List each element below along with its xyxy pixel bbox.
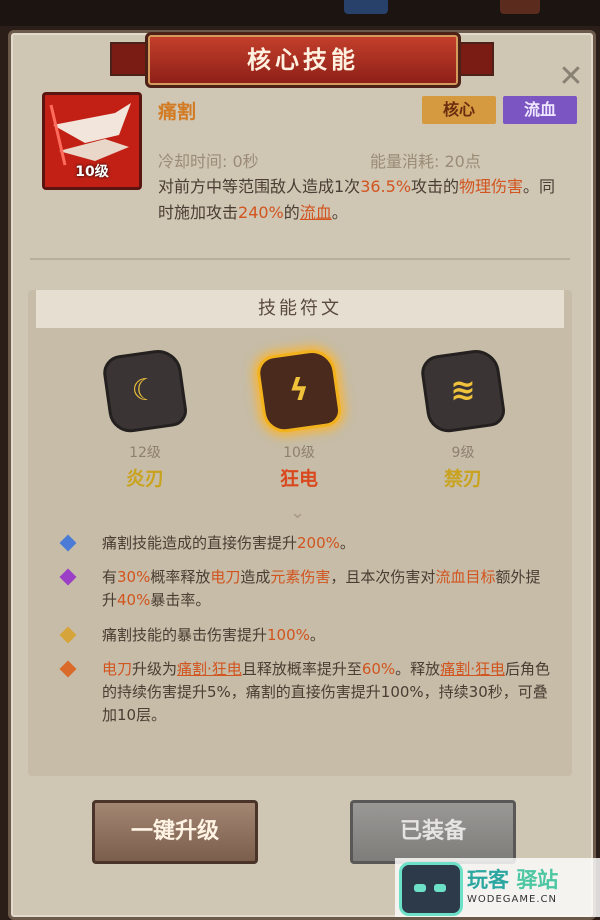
effect-text: 概率释放 [150,568,211,586]
diamond-icon [59,568,77,586]
desc-value: 36.5% [360,177,412,196]
desc-keyword: 物理伤害 [459,177,524,196]
effect-text: 有 [102,568,118,586]
effect-text: 造成 [240,568,271,586]
lightning-icon: ϟ [289,373,309,409]
divider [30,258,570,260]
chevron-down-icon: ⌄ [290,502,306,523]
upgrade-all-button[interactable]: 一键升级 [92,800,258,864]
top-strip [0,0,600,26]
effect-keyword: 流血目标 [435,568,496,586]
watermark-brand-b: 驿站 [516,868,559,892]
effect-value: 200% [297,534,340,552]
close-icon[interactable]: ✕ [556,62,586,92]
skill-name: 痛割 [158,101,197,123]
effect-value: 30% [117,568,151,586]
effect-text: 。释放 [395,660,441,678]
effect-item: 有30%概率释放电刀造成元素伤害，且本次伤害对流血目标额外提升40%暴击率。 [59,566,552,612]
desc-text: 的 [283,203,300,222]
rune-frenzy-lightning[interactable]: ϟ 10级 狂电 [254,346,344,491]
rune-stone-icon: ≋ [418,346,508,436]
effect-value: 100% [267,626,310,644]
desc-text: 对前方中等范围敌人造成1次 [158,177,361,196]
desc-text: 。 [331,203,348,222]
tag-core: 核心 [422,96,496,124]
effect-link[interactable]: 痛割·狂电 [177,660,242,678]
rune-level: 10级 [283,445,315,461]
effect-item: 痛割技能的暴击伤害提升100%。 [59,624,552,647]
skill-icon: 10级 [42,92,142,190]
skill-description: 对前方中等范围敌人造成1次36.5%攻击的物理伤害。同时施加攻击240%的流血。 [158,174,563,226]
rune-stone-icon: ϟ [254,346,344,436]
effect-text: 且释放概率提升至 [241,660,362,678]
rune-forbidden-blade[interactable]: ≋ 9级 禁刃 [418,346,508,491]
rune-section-title: 技能符文 [36,290,564,328]
watermark-brand-a: 玩客 [467,868,509,892]
robot-logo-icon [399,862,463,916]
diamond-icon [59,534,77,552]
effect-text: 。 [309,626,325,644]
watermark: 玩客 驿站 WODEGAME.CN [395,858,600,917]
desc-value: 240% [238,203,284,222]
effect-value: 60% [361,660,396,678]
effect-item: 电刀升级为痛割·狂电且释放概率提升至60%。释放痛割·狂电后角色的持续伤害提升5… [59,658,552,727]
rune-name: 炎刃 [125,468,164,490]
crescent-icon: ☾ [131,373,159,409]
effect-item: 痛割技能造成的直接伤害提升200%。 [59,532,552,555]
rune-stone-icon: ☾ [100,346,190,436]
desc-text: 攻击的 [411,177,460,196]
tag-bleed: 流血 [503,96,577,124]
effect-text: 升级为 [132,660,178,678]
rune-level: 12级 [129,445,161,461]
effect-text: ，且本次伤害对 [330,568,436,586]
effect-value: 40% [117,591,151,609]
effect-link[interactable]: 痛割·狂电 [440,660,505,678]
top-tab-icon[interactable] [500,0,540,14]
equipped-button[interactable]: 已装备 [350,800,516,864]
rune-name: 狂电 [279,468,318,490]
effect-text: 痛割技能的暴击伤害提升 [102,626,268,644]
diamond-icon [59,626,77,644]
effect-keyword: 电刀 [210,568,241,586]
rune-level: 9级 [451,445,475,461]
diamond-icon [59,660,77,678]
cooldown-text: 冷却时间: 0秒 [158,152,259,171]
effect-text: 。 [339,534,355,552]
bolt-icon: ≋ [450,373,476,409]
effect-text: 暴击率。 [150,591,211,609]
top-tab-icon[interactable] [344,0,388,14]
watermark-brand: 玩客 驿站 [467,864,558,894]
rune-flame-blade[interactable]: ☾ 12级 炎刃 [100,346,190,491]
energy-cost-text: 能量消耗: 20点 [370,152,481,171]
skill-level: 10级 [75,164,109,180]
rune-name: 禁刃 [443,468,482,490]
panel-title: 核心技能 [145,32,461,88]
effect-keyword: 电刀 [102,660,133,678]
effect-text: 痛割技能造成的直接伤害提升 [102,534,298,552]
effect-keyword: 元素伤害 [270,568,331,586]
desc-link[interactable]: 流血 [300,203,332,222]
watermark-domain: WODEGAME.CN [467,894,557,905]
